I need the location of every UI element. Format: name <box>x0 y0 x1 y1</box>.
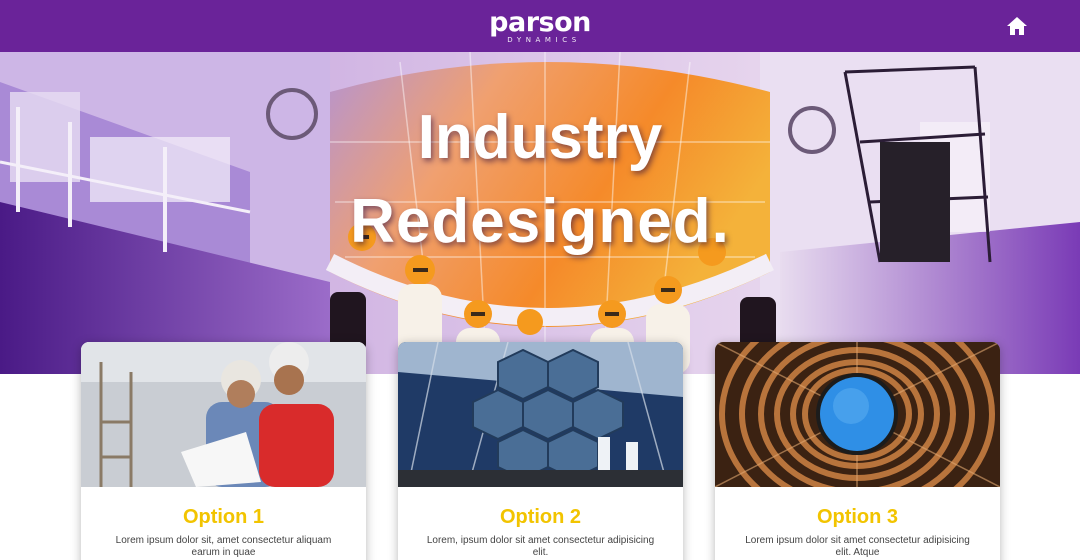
logo-tagline: DYNAMICS <box>507 36 581 44</box>
hero-banner: Industry Redesigned. <box>0 52 1080 374</box>
hero-title-line-1: Industry <box>417 103 663 172</box>
card-title: Option 1 <box>182 506 265 528</box>
logo-wordmark: parson <box>489 7 591 38</box>
parson-dynamics-logo[interactable]: parson DYNAMICS <box>0 7 1080 44</box>
card-description: Lorem ipsum dolor sit amet consectetur a… <box>745 535 970 558</box>
workers-with-hard-hats-photo <box>81 342 366 487</box>
option-card-1[interactable]: Option 1 Lorem ipsum dolor sit, amet con… <box>81 342 366 560</box>
hero-title-line-2: Redesigned. <box>350 187 730 256</box>
card-title: Option 3 <box>816 506 899 528</box>
card-description: Lorem, ipsum dolor sit amet consectetur … <box>426 535 655 558</box>
home-icon[interactable] <box>1006 16 1028 36</box>
card-title: Option 2 <box>499 506 582 528</box>
card-description: Lorem ipsum dolor sit, amet consectetur … <box>115 535 332 558</box>
copper-coil-tunnel-photo <box>715 342 1000 487</box>
top-navbar: parson DYNAMICS <box>0 0 1080 52</box>
option-card-2[interactable]: Option 2 Lorem, ipsum dolor sit amet con… <box>398 342 683 560</box>
option-card-3[interactable]: Option 3 Lorem ipsum dolor sit amet cons… <box>715 342 1000 560</box>
hexagonal-mirror-array-photo <box>398 342 683 487</box>
